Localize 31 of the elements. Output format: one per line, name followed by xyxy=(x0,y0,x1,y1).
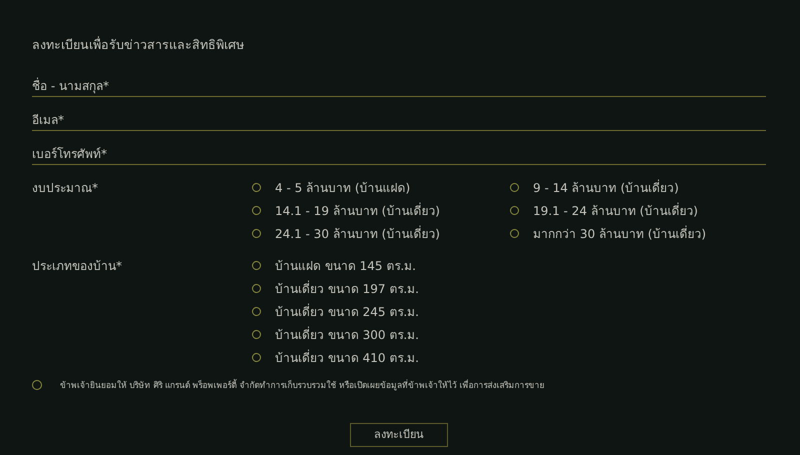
group-label: งบประมาณ* xyxy=(32,180,99,197)
consent-radio[interactable] xyxy=(32,380,42,390)
register-button[interactable]: ลงทะเบียน xyxy=(350,423,448,448)
radio-button[interactable] xyxy=(252,183,261,192)
input-field[interactable]: ชื่อ - นามสกุล* xyxy=(32,76,766,97)
radio-button[interactable] xyxy=(252,307,261,316)
option-label[interactable]: บ้านเดี่ยว ขนาด 197 ตร.ม. xyxy=(275,280,419,298)
group-label: ประเภทของบ้าน* xyxy=(32,258,123,275)
radio-button[interactable] xyxy=(252,353,261,362)
option-label[interactable]: บ้านเดี่ยว ขนาด 245 ตร.ม. xyxy=(275,302,419,321)
consent-text: ข้าพเจ้ายินยอมให้ บริษัท ศิริ แกรนด์ พร็อพเพอร์ตี้ จำกัดทำการเก็บรวบรวมใช้ หรือเปิดเผยข้อมูลที่ข้าพเจ้าให้ไว้ เพื่อการส่งเสริมการขาย xyxy=(60,378,545,392)
radio-button[interactable] xyxy=(510,206,519,216)
option-label[interactable]: 4 - 5 ล้านบาท (บ้านแฝด) xyxy=(275,178,410,197)
input-field[interactable]: อีเมล* xyxy=(32,110,766,131)
option-label[interactable]: 9 - 14 ล้านบาท (บ้านเดี่ยว) xyxy=(533,178,679,197)
option-label[interactable]: มากกว่า 30 ล้านบาท (บ้านเดี่ยว) xyxy=(533,224,706,243)
radio-button[interactable] xyxy=(252,261,261,270)
radio-button[interactable] xyxy=(252,330,261,340)
radio-button[interactable] xyxy=(252,229,261,238)
radio-button[interactable] xyxy=(510,183,519,192)
option-label[interactable]: บ้านเดี่ยว ขนาด 410 ตร.ม. xyxy=(275,348,419,367)
radio-button[interactable] xyxy=(252,284,261,294)
radio-button[interactable] xyxy=(510,229,519,238)
option-label[interactable]: บ้านแฝด ขนาด 145 ตร.ม. xyxy=(275,256,416,275)
form-title: ลงทะเบียนเพื่อรับข่าวสารและสิทธิพิเศษ xyxy=(32,36,245,54)
input-field[interactable]: เบอร์โทรศัพท์* xyxy=(32,144,766,165)
option-label[interactable]: 14.1 - 19 ล้านบาท (บ้านเดี่ยว) xyxy=(275,202,440,220)
option-label[interactable]: บ้านเดี่ยว ขนาด 300 ตร.ม. xyxy=(275,326,419,344)
option-label[interactable]: 19.1 - 24 ล้านบาท (บ้านเดี่ยว) xyxy=(533,202,698,220)
option-label[interactable]: 24.1 - 30 ล้านบาท (บ้านเดี่ยว) xyxy=(275,224,440,243)
radio-button[interactable] xyxy=(252,206,261,216)
